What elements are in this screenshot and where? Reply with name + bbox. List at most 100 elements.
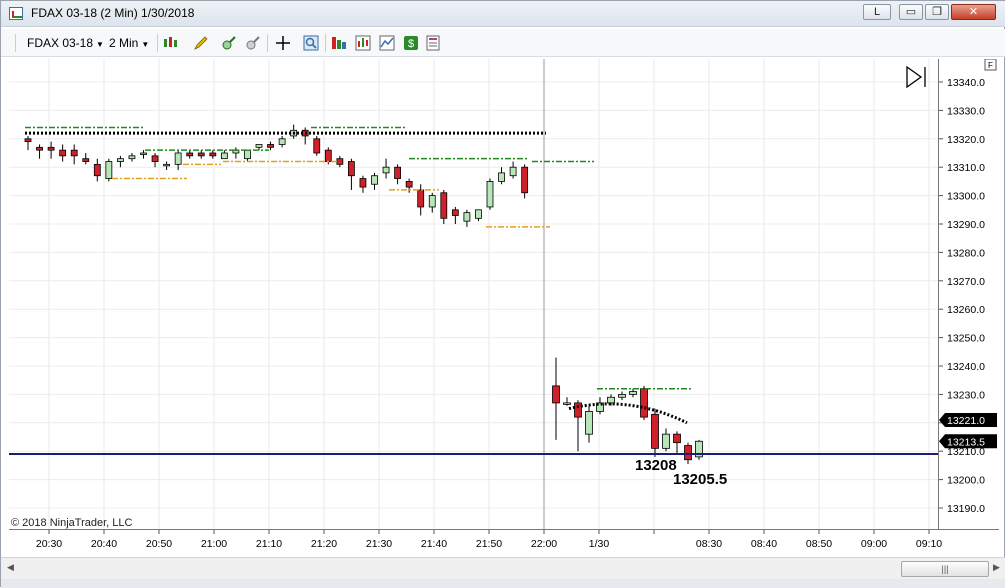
candle-down	[640, 388, 648, 418]
chart-app-icon	[9, 7, 23, 20]
candle-down	[209, 152, 217, 157]
link-button[interactable]: L	[863, 4, 891, 20]
minimize-button[interactable]: ▭	[899, 4, 923, 20]
price-tick-label: 13230.0	[947, 389, 985, 401]
candle-up	[509, 166, 517, 177]
candlestick-chart: 1320813205.5 © 2018 NinjaTrader, LLC	[9, 59, 938, 529]
price-tick-label: 13310.0	[947, 162, 985, 174]
time-tick-label: 08:50	[806, 538, 832, 550]
candle-down	[24, 138, 32, 143]
title-bar[interactable]: FDAX 03-18 (2 Min) 1/30/2018 L ▭ ❐ ✕	[1, 1, 1005, 27]
candle-down	[359, 178, 367, 188]
price-tick-label: 13290.0	[947, 219, 985, 231]
properties-icon[interactable]	[425, 35, 441, 51]
instrument-selector[interactable]: FDAX 03-18 ▼	[27, 36, 104, 50]
horizontal-scrollbar[interactable]: ◀ ||| ▶	[1, 557, 1005, 579]
candle-down	[673, 433, 681, 444]
scroll-right-arrow-icon[interactable]: ▶	[993, 562, 1000, 573]
candle-up	[244, 149, 251, 160]
time-tick-label: 22:00	[531, 538, 557, 550]
candle-up	[585, 411, 593, 435]
time-tick-label: 20:40	[91, 538, 117, 550]
candle-down	[267, 144, 274, 148]
restore-button[interactable]: ❐	[925, 4, 949, 20]
scroll-left-arrow-icon[interactable]: ◀	[7, 562, 14, 573]
scrollbar-thumb[interactable]: |||	[901, 561, 989, 577]
time-tick-label: 20:50	[146, 538, 172, 550]
candle-down	[82, 158, 90, 162]
candle-up	[662, 433, 670, 449]
time-tick-label: 09:10	[916, 538, 942, 550]
f-flag-icon[interactable]: F	[984, 58, 997, 71]
zoom-out-icon[interactable]	[245, 35, 261, 51]
price-axis[interactable]: F 13340.0 13330.0 13320.0 13310.0 13300.0 1329…	[938, 58, 999, 529]
time-tick-label: 08:40	[751, 538, 777, 550]
time-tick-label: 21:40	[421, 538, 447, 550]
candle-up	[105, 161, 113, 179]
candle-up	[607, 396, 615, 404]
candle-down	[651, 413, 659, 449]
chart-toolbar: FDAX 03-18 ▼ 2 Min ▼ $	[1, 29, 1005, 57]
price-tick-label: 13270.0	[947, 276, 985, 288]
time-tick-label: 21:30	[366, 538, 392, 550]
chart-style-icon[interactable]	[163, 35, 179, 51]
price-tick-label: 13240.0	[947, 361, 985, 373]
data-series-icon[interactable]	[331, 35, 347, 51]
candle-down	[151, 155, 159, 162]
instrument-label: FDAX 03-18	[27, 36, 94, 50]
low-annotation-1: 13208	[635, 457, 677, 474]
candle-down	[197, 152, 205, 157]
candle-up	[618, 393, 626, 398]
window-title: FDAX 03-18 (2 Min) 1/30/2018	[31, 6, 195, 20]
chevron-down-icon: ▼	[96, 40, 104, 49]
candle-down	[313, 138, 321, 154]
low-annotation-2: 13205.5	[673, 471, 727, 488]
candle-up	[140, 152, 147, 155]
candle-down	[93, 163, 101, 177]
time-tick-label: 21:00	[201, 538, 227, 550]
crosshair-icon[interactable]	[275, 35, 291, 51]
candle-up	[498, 172, 505, 182]
scroll-to-end-icon[interactable]	[906, 65, 926, 89]
zoom-in-icon[interactable]	[221, 35, 237, 51]
time-axis[interactable]: 20:30 20:40 20:50 21:00 21:10 21:20 21:30 21:40…	[9, 529, 999, 555]
svg-text:F: F	[988, 61, 993, 70]
candle-down	[347, 161, 355, 177]
candle-down	[521, 166, 529, 194]
time-tick-label: 21:50	[476, 538, 502, 550]
candle-down	[684, 445, 692, 461]
price-chart[interactable]: 13208 13205.5 © 2018 NinjaTrader, LLC	[9, 59, 938, 529]
time-axis-svg: 20:30 20:40 20:50 21:00 21:10 21:20 21:30 21:40…	[36, 530, 942, 550]
candle-down	[405, 181, 413, 188]
cursor-price-badge: 13221.0	[947, 415, 985, 427]
magnifier-icon[interactable]	[303, 35, 319, 51]
dollar-icon[interactable]: $	[403, 35, 419, 51]
candle-down	[394, 166, 402, 179]
price-tick-label: 13340.0	[947, 77, 985, 89]
interval-selector[interactable]: 2 Min ▼	[109, 36, 149, 50]
candle-up	[371, 175, 378, 185]
candle-up	[382, 166, 390, 174]
candle-down	[552, 385, 560, 404]
price-tick-label: 13320.0	[947, 134, 985, 146]
indicators-icon[interactable]	[355, 35, 371, 51]
price-tick-label: 13300.0	[947, 191, 985, 203]
candle-up	[163, 163, 171, 167]
strategies-icon[interactable]	[379, 35, 395, 51]
candle-up	[428, 195, 436, 208]
chevron-down-icon: ▼	[141, 40, 150, 49]
toolbar-separator	[325, 34, 326, 52]
candle-up	[629, 391, 637, 395]
close-button[interactable]: ✕	[951, 4, 996, 20]
candle-down	[70, 149, 78, 157]
pencil-draw-icon[interactable]	[193, 35, 209, 51]
candle-down	[451, 209, 459, 216]
candle-down	[574, 402, 582, 418]
time-tick-label: 21:20	[311, 538, 337, 550]
time-tick-label: 08:30	[696, 538, 722, 550]
candle-up	[475, 209, 482, 219]
price-tick-label: 13200.0	[947, 475, 985, 487]
toolbar-grip	[15, 34, 16, 52]
toolbar-separator	[267, 34, 268, 52]
candle-down	[36, 146, 43, 151]
